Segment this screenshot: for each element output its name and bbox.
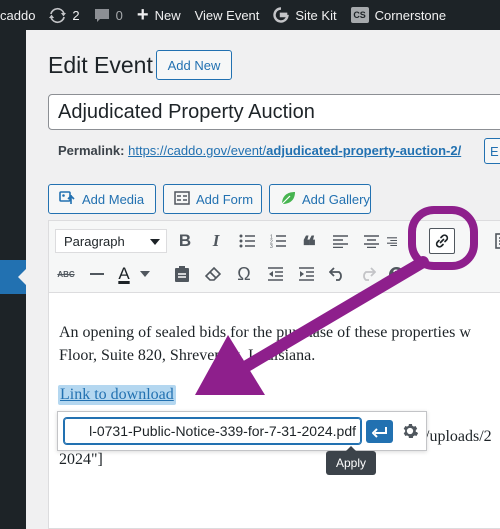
admin-bar-site-kit[interactable]: Site Kit xyxy=(266,0,343,30)
enter-icon xyxy=(371,426,387,438)
format-select-value: Paragraph xyxy=(64,233,125,249)
svg-text:3: 3 xyxy=(270,244,273,248)
add-form-label: Add Form xyxy=(196,191,254,207)
chevron-down-icon xyxy=(150,239,160,245)
inline-link-dialog: l-0731-Public-Notice-339-for-7-31-2024.p… xyxy=(57,411,427,451)
new-label: New xyxy=(154,7,181,23)
special-character-icon[interactable]: Ω xyxy=(231,261,257,287)
outdent-icon[interactable] xyxy=(262,261,288,287)
paragraph-line: An opening of sealed bids for the purcha… xyxy=(59,324,471,341)
view-event-label: View Event xyxy=(194,7,260,23)
editor-toolbar: Paragraph B I 123 ❝ ABC A Ω ? xyxy=(49,221,500,293)
redo-icon[interactable] xyxy=(355,261,381,287)
undo-icon[interactable] xyxy=(324,261,350,287)
add-form-button[interactable]: Add Form xyxy=(163,184,262,214)
paste-text-icon[interactable] xyxy=(169,261,195,287)
updates-icon xyxy=(49,7,67,24)
edit-slug-button[interactable]: E xyxy=(484,138,500,164)
cornerstone-icon: CS xyxy=(350,7,369,23)
permalink-row: Permalink: https://caddo.gov/event/adjud… xyxy=(58,143,461,158)
admin-bar: caddo 2 0 + New View Event Site Kit CS C… xyxy=(0,0,500,30)
indent-icon[interactable] xyxy=(293,261,319,287)
editor-content[interactable]: An opening of sealed bids for the purcha… xyxy=(49,293,500,529)
comments-icon xyxy=(94,8,110,23)
permalink-slug: adjudicated-property-auction-2/ xyxy=(266,143,462,158)
permalink-label: Permalink: xyxy=(58,143,125,158)
admin-bar-comments[interactable]: 0 xyxy=(87,0,130,30)
bullet-list-icon[interactable] xyxy=(234,228,260,254)
bold-icon[interactable]: B xyxy=(172,228,198,254)
edit-event-screen: Edit Event Add New Adjudicated Property … xyxy=(26,30,500,529)
admin-bar-new[interactable]: + New xyxy=(130,0,188,30)
selected-link-text[interactable]: Link to download xyxy=(58,385,176,405)
classic-editor: Paragraph B I 123 ❝ ABC A Ω ? An opening… xyxy=(48,220,500,529)
add-gallery-button[interactable]: Add Gallery xyxy=(269,184,371,214)
chevron-down-icon xyxy=(139,271,150,277)
body-paragraph: An opening of sealed bids for the purcha… xyxy=(59,321,500,367)
post-title-input[interactable]: Adjudicated Property Auction xyxy=(48,94,500,130)
google-g-icon xyxy=(273,7,290,23)
apply-tooltip: Apply xyxy=(326,446,376,475)
form-icon xyxy=(174,190,190,208)
add-media-button[interactable]: Add Media xyxy=(48,184,156,214)
link-url-input[interactable]: l-0731-Public-Notice-339-for-7-31-2024.p… xyxy=(64,418,361,444)
add-media-label: Add Media xyxy=(82,191,145,207)
page-title: Edit Event xyxy=(48,52,153,78)
add-gallery-label: Add Gallery xyxy=(302,191,370,207)
unlink-icon[interactable] xyxy=(459,228,485,254)
media-icon xyxy=(59,190,76,209)
plus-icon: + xyxy=(136,3,149,26)
help-icon[interactable]: ? xyxy=(383,261,409,287)
gear-icon xyxy=(403,423,419,439)
strikethrough-icon[interactable]: ABC xyxy=(53,261,79,287)
text-color-glyph: A xyxy=(118,264,130,283)
clear-formatting-icon[interactable] xyxy=(200,261,226,287)
horizontal-line-icon[interactable] xyxy=(84,261,110,287)
paragraph-line: Floor, Suite 820, Shreveport, Louisiana. xyxy=(59,347,316,364)
link-settings-button[interactable] xyxy=(398,419,422,443)
admin-side-menu xyxy=(0,30,26,529)
italic-icon[interactable]: I xyxy=(203,228,229,254)
admin-bar-cornerstone[interactable]: CS Cornerstone xyxy=(344,0,454,30)
align-left-icon[interactable] xyxy=(327,228,353,254)
text-color-icon[interactable]: A xyxy=(115,261,153,287)
shortcode-line: 2024"] xyxy=(59,451,103,468)
blockquote-icon[interactable]: ❝ xyxy=(296,228,322,259)
link-icon[interactable] xyxy=(429,228,455,254)
comments-count: 0 xyxy=(115,7,123,23)
site-kit-label: Site Kit xyxy=(295,7,337,23)
side-menu-current-item[interactable] xyxy=(0,260,26,294)
format-select[interactable]: Paragraph xyxy=(55,229,167,253)
leaf-icon xyxy=(280,190,296,209)
apply-button[interactable] xyxy=(366,420,393,443)
numbered-list-icon[interactable]: 123 xyxy=(265,228,291,254)
cornerstone-label: Cornerstone xyxy=(374,7,447,23)
site-name-label: caddo xyxy=(0,7,36,23)
updates-count: 2 xyxy=(72,7,80,23)
admin-bar-updates[interactable]: 2 xyxy=(42,0,86,30)
align-center-icon[interactable] xyxy=(358,228,384,254)
admin-bar-view-event[interactable]: View Event xyxy=(188,0,267,30)
permalink-link[interactable]: https://caddo.gov/event/adjudicated-prop… xyxy=(128,143,461,158)
admin-bar-site-name[interactable]: caddo xyxy=(0,0,42,30)
align-right-icon[interactable] xyxy=(387,228,397,254)
help-glyph: ? xyxy=(388,266,404,282)
permalink-base: https://caddo.gov/event/ xyxy=(128,143,267,158)
toolbar-toggle-icon[interactable] xyxy=(490,228,500,254)
add-new-button[interactable]: Add New xyxy=(156,50,232,80)
